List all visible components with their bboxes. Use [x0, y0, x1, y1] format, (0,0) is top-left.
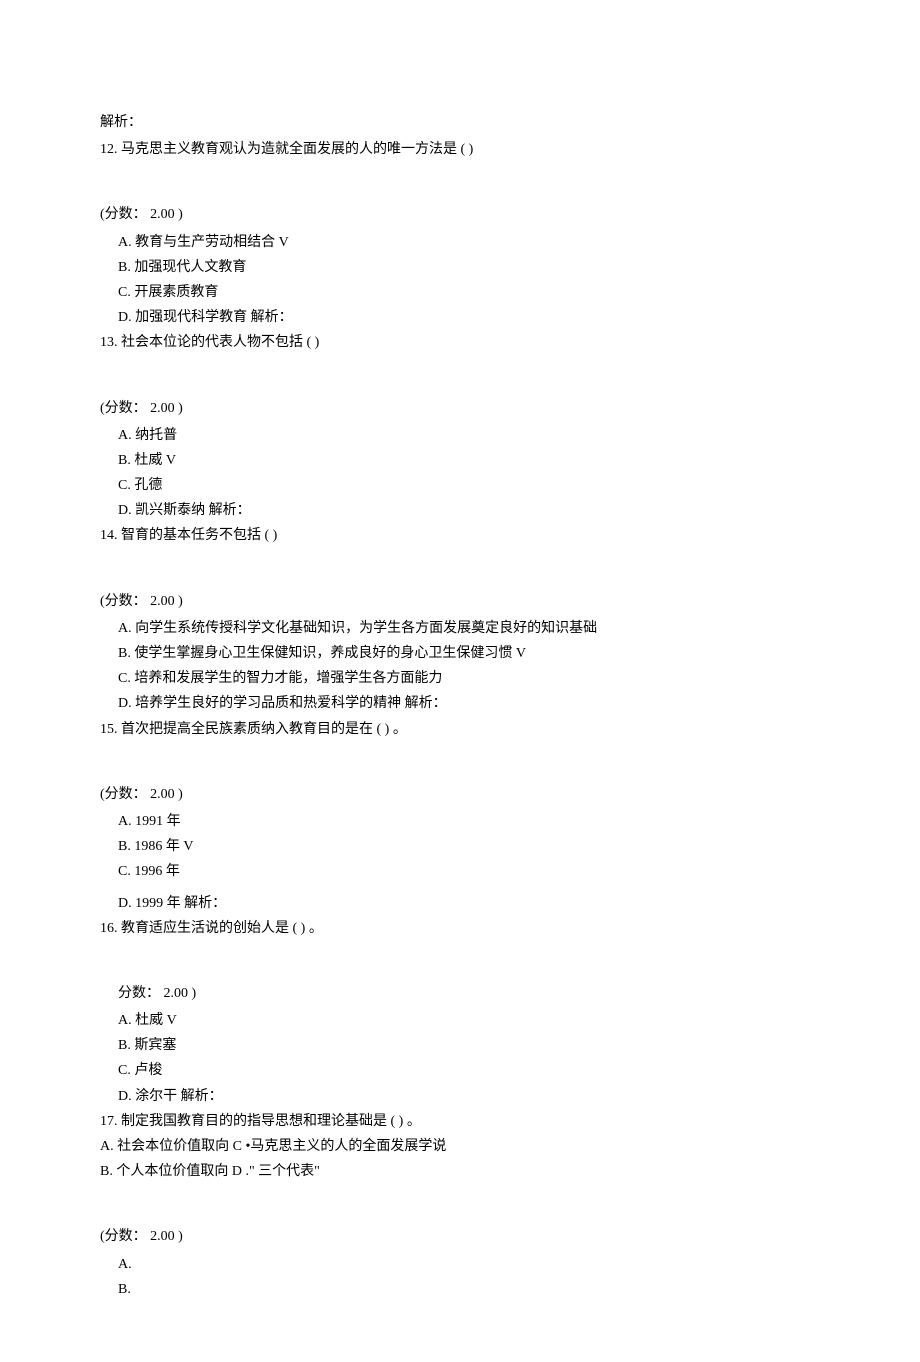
- q14-option-a: A. 向学生系统传授科学文化基础知识，为学生各方面发展奠定良好的知识基础: [100, 616, 820, 641]
- analysis-label: 解析：: [100, 110, 820, 135]
- q16-option-d: D. 涂尔干 解析：: [100, 1084, 820, 1109]
- q13-option-c: C. 孔德: [100, 473, 820, 498]
- q14-option-b: B. 使学生掌握身心卫生保健知识，养成良好的身心卫生保健习惯 V: [100, 641, 820, 666]
- q17-option-a: A.: [100, 1252, 820, 1277]
- question-13-text: 13. 社会本位论的代表人物不包括 ( ): [100, 330, 820, 355]
- q17-combined-b: B. 个人本位价值取向 D ." 三个代表": [100, 1159, 820, 1184]
- q15-option-b: B. 1986 年 V: [100, 834, 820, 859]
- question-16-score: 分数： 2.00 ): [100, 981, 820, 1006]
- q15-option-a: A. 1991 年: [100, 809, 820, 834]
- q15-option-c: C. 1996 年: [100, 859, 820, 884]
- q12-option-c: C. 开展素质教育: [100, 280, 820, 305]
- q13-option-d: D. 凯兴斯泰纳 解析：: [100, 498, 820, 523]
- q16-option-b: B. 斯宾塞: [100, 1033, 820, 1058]
- q14-option-c: C. 培养和发展学生的智力才能，增强学生各方面能力: [100, 666, 820, 691]
- question-17-score: (分数： 2.00 ): [100, 1224, 820, 1249]
- question-17-text: 17. 制定我国教育目的的指导思想和理论基础是 ( ) 。: [100, 1109, 820, 1134]
- q12-option-b: B. 加强现代人文教育: [100, 255, 820, 280]
- q13-option-b: B. 杜威 V: [100, 448, 820, 473]
- q12-option-d: D. 加强现代科学教育 解析：: [100, 305, 820, 330]
- question-12-score: (分数： 2.00 ): [100, 202, 820, 227]
- q17-combined-a: A. 社会本位价值取向 C •马克思主义的人的全面发展学说: [100, 1134, 820, 1159]
- q17-option-b: B.: [100, 1277, 820, 1302]
- question-15-text: 15. 首次把提高全民族素质纳入教育目的是在 ( ) 。: [100, 717, 820, 742]
- question-12-text: 12. 马克思主义教育观认为造就全面发展的人的唯一方法是 ( ): [100, 137, 820, 162]
- q14-option-d: D. 培养学生良好的学习品质和热爱科学的精神 解析：: [100, 691, 820, 716]
- question-16-text: 16. 教育适应生活说的创始人是 ( ) 。: [100, 916, 820, 941]
- question-15-score: (分数： 2.00 ): [100, 782, 820, 807]
- q13-option-a: A. 纳托普: [100, 423, 820, 448]
- question-14-text: 14. 智育的基本任务不包括 ( ): [100, 523, 820, 548]
- question-13-score: (分数： 2.00 ): [100, 396, 820, 421]
- question-14-score: (分数： 2.00 ): [100, 589, 820, 614]
- q16-option-c: C. 卢梭: [100, 1058, 820, 1083]
- q16-option-a: A. 杜威 V: [100, 1008, 820, 1033]
- q15-option-d: D. 1999 年 解析：: [100, 891, 820, 916]
- q12-option-a: A. 教育与生产劳动相结合 V: [100, 230, 820, 255]
